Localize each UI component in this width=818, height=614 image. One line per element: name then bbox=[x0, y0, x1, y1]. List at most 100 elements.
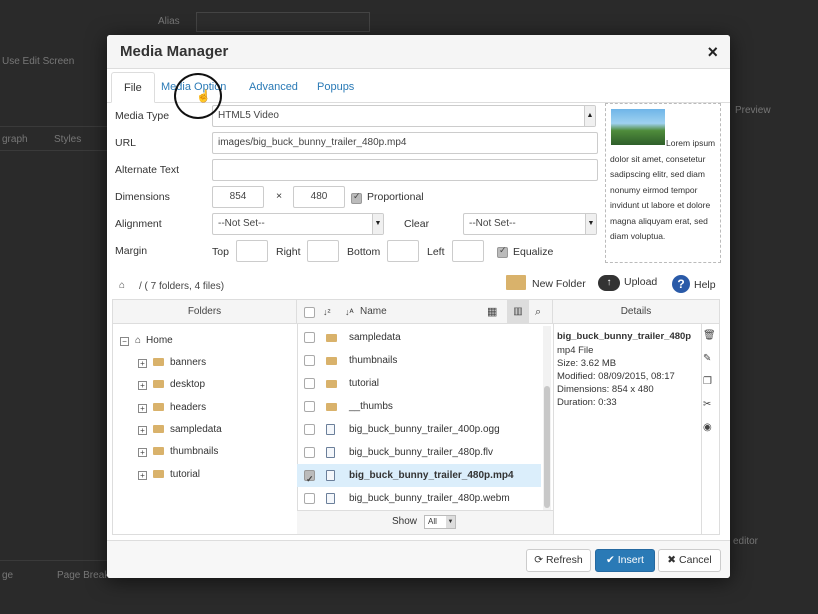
bg-ge: ge bbox=[2, 570, 14, 581]
tree-item-tutorial[interactable]: + tutorial bbox=[138, 469, 200, 480]
home-icon[interactable]: ⌂ bbox=[119, 280, 125, 291]
copy-icon[interactable]: ❐ bbox=[703, 376, 712, 387]
close-icon[interactable]: × bbox=[707, 42, 718, 63]
list-item[interactable]: __thumbs bbox=[297, 395, 541, 418]
tree-item-headers[interactable]: + headers bbox=[138, 402, 206, 413]
row-checkbox[interactable] bbox=[304, 424, 315, 435]
file-name: thumbnails bbox=[349, 355, 398, 366]
equalize-checkbox[interactable] bbox=[497, 245, 508, 258]
folder-icon bbox=[326, 334, 337, 342]
select-all-checkbox[interactable] bbox=[304, 307, 315, 318]
expand-icon[interactable]: + bbox=[138, 381, 147, 390]
expand-icon[interactable]: + bbox=[138, 448, 147, 457]
insert-button[interactable]: ✔ Insert bbox=[595, 549, 655, 572]
dialog-footer: ⟳ Refresh ✔ Insert ✖ Cancel bbox=[107, 540, 730, 578]
detail-name: big_buck_bunny_trailer_480p bbox=[557, 331, 692, 342]
insert-label: Insert bbox=[617, 554, 644, 566]
media-preview: Lorem ipsum dolor sit amet, consetetur s… bbox=[605, 103, 721, 263]
file-name: big_buck_bunny_trailer_480p.flv bbox=[349, 447, 493, 458]
tab-advanced[interactable]: Advanced bbox=[237, 72, 310, 103]
folder-icon bbox=[153, 470, 164, 478]
row-checkbox[interactable] bbox=[304, 468, 315, 491]
tree-item-home[interactable]: − ⌂ Home bbox=[120, 335, 173, 346]
scrollbar-thumb[interactable] bbox=[544, 386, 550, 508]
video-file-icon bbox=[326, 470, 335, 481]
grid-view-icon[interactable]: ▦ bbox=[487, 300, 497, 324]
row-checkbox[interactable] bbox=[304, 332, 315, 343]
sort-icon[interactable]: ↓² bbox=[323, 300, 331, 324]
cancel-label: Cancel bbox=[679, 554, 712, 566]
delete-icon[interactable]: 🗑 bbox=[703, 330, 716, 341]
refresh-button[interactable]: ⟳ Refresh bbox=[526, 549, 591, 572]
clear-label: Clear bbox=[404, 218, 430, 230]
margin-top-field[interactable] bbox=[236, 240, 268, 262]
new-folder-label: New Folder bbox=[532, 278, 586, 290]
files-header: ↓² ↓ᴬ Name ▦ ▥ ⌕ bbox=[297, 300, 553, 324]
expand-icon[interactable]: + bbox=[138, 471, 147, 480]
row-checkbox[interactable] bbox=[304, 401, 315, 412]
url-field[interactable]: images/big_buck_bunny_trailer_480p.mp4 bbox=[212, 132, 598, 154]
dimensions-label: Dimensions bbox=[115, 191, 170, 203]
media-type-select[interactable]: HTML5 Video ▲ bbox=[212, 105, 596, 127]
tree-item-sampledata[interactable]: + sampledata bbox=[138, 424, 222, 435]
height-field[interactable]: 480 bbox=[293, 186, 345, 208]
tree-item-banners[interactable]: + banners bbox=[138, 357, 206, 368]
alt-text-label: Alternate Text bbox=[115, 164, 180, 176]
cancel-button[interactable]: ✖ Cancel bbox=[658, 549, 721, 572]
help-button[interactable]: ? Help bbox=[672, 275, 716, 293]
margin-left-field[interactable] bbox=[452, 240, 484, 262]
edit-icon[interactable]: ✎ bbox=[703, 353, 711, 364]
alignment-select[interactable]: --Not Set-- ▼ bbox=[212, 213, 384, 235]
list-item[interactable]: tutorial bbox=[297, 372, 541, 395]
new-folder-button[interactable]: New Folder bbox=[506, 275, 586, 290]
tab-popups[interactable]: Popups bbox=[305, 72, 366, 103]
upload-button[interactable]: ↑ Upload bbox=[598, 275, 657, 291]
row-checkbox[interactable] bbox=[304, 355, 315, 366]
help-icon: ? bbox=[672, 275, 690, 293]
list-item-selected[interactable]: big_buck_bunny_trailer_480p.mp4 bbox=[297, 464, 541, 491]
file-name: big_buck_bunny_trailer_480p.webm bbox=[349, 493, 510, 504]
folder-icon bbox=[326, 380, 337, 388]
list-item[interactable]: sampledata bbox=[297, 326, 541, 349]
show-label: Show bbox=[392, 516, 418, 527]
tree-label: headers bbox=[170, 402, 207, 413]
search-icon[interactable]: ⌕ bbox=[535, 300, 541, 324]
expand-icon[interactable]: + bbox=[138, 404, 147, 413]
file-name: tutorial bbox=[349, 378, 380, 389]
show-select[interactable]: All ▼ bbox=[424, 515, 456, 529]
width-field[interactable]: 854 bbox=[212, 186, 264, 208]
margin-right-label: Right bbox=[276, 246, 301, 258]
list-view-icon[interactable]: ▥ bbox=[507, 300, 529, 323]
column-divider bbox=[701, 324, 702, 534]
folder-icon bbox=[153, 447, 164, 455]
bg-page-break: Page Break bbox=[57, 570, 110, 581]
list-item[interactable]: big_buck_bunny_trailer_400p.ogg bbox=[297, 418, 541, 441]
margin-right-field[interactable] bbox=[307, 240, 339, 262]
row-checkbox[interactable] bbox=[304, 447, 315, 458]
tree-item-thumbnails[interactable]: + thumbnails bbox=[138, 446, 218, 457]
video-file-icon bbox=[326, 447, 335, 458]
alt-text-field[interactable] bbox=[212, 159, 598, 181]
margin-bottom-field[interactable] bbox=[387, 240, 419, 262]
help-label: Help bbox=[694, 279, 716, 291]
scrollbar-track[interactable] bbox=[543, 326, 551, 510]
detail-dimensions: Dimensions: 854 x 480 bbox=[557, 384, 654, 395]
sort-alpha-icon[interactable]: ↓ᴬ bbox=[345, 300, 354, 324]
preview-eye-icon[interactable]: ◉ bbox=[703, 422, 712, 433]
collapse-icon[interactable]: − bbox=[120, 337, 129, 346]
folder-icon bbox=[153, 403, 164, 411]
proportional-checkbox[interactable] bbox=[351, 191, 362, 204]
file-name: big_buck_bunny_trailer_400p.ogg bbox=[349, 424, 500, 435]
list-item[interactable]: big_buck_bunny_trailer_480p.webm bbox=[297, 487, 541, 510]
expand-icon[interactable]: + bbox=[138, 359, 147, 368]
folder-icon bbox=[506, 275, 526, 290]
expand-icon[interactable]: + bbox=[138, 426, 147, 435]
row-checkbox[interactable] bbox=[304, 493, 315, 504]
list-item[interactable]: big_buck_bunny_trailer_480p.flv bbox=[297, 441, 541, 464]
list-item[interactable]: thumbnails bbox=[297, 349, 541, 372]
cut-icon[interactable]: ✂ bbox=[703, 399, 711, 410]
name-column-label[interactable]: Name bbox=[360, 300, 387, 324]
tree-item-desktop[interactable]: + desktop bbox=[138, 379, 205, 390]
clear-select[interactable]: --Not Set-- ▼ bbox=[463, 213, 597, 235]
row-checkbox[interactable] bbox=[304, 378, 315, 389]
